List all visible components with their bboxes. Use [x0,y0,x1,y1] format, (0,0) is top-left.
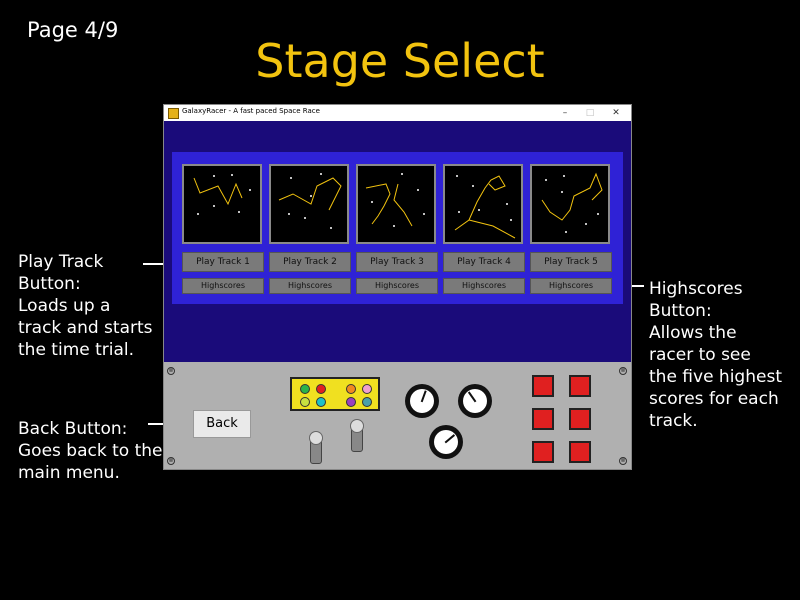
play-track-2-button[interactable]: Play Track 2 [269,252,351,272]
app-icon [168,108,179,119]
app-window: GalaxyRacer - A fast paced Space Race – … [163,104,632,470]
highscores-2-button[interactable]: Highscores [269,278,351,294]
red-console-button [569,441,591,463]
highscores-4-button[interactable]: Highscores [443,278,525,294]
back-annotation: Back Button: Goes back to the main menu. [18,419,163,483]
gauge-dial-2 [458,384,492,418]
lime-light [300,397,310,407]
red-light [316,384,326,394]
play-track-annotation: Play Track Button: Loads up a track and … [18,252,153,360]
play-track-3-button[interactable]: Play Track 3 [356,252,438,272]
red-console-button [569,375,591,397]
track-preview-4 [443,164,523,244]
pink-light [362,384,372,394]
indicator-light-panel [290,377,380,411]
red-console-button [532,375,554,397]
window-title: GalaxyRacer - A fast paced Space Race [182,107,320,115]
red-console-button [532,408,554,430]
purple-light [346,397,356,407]
gauge-dial-1 [405,384,439,418]
track-preview-1 [182,164,262,244]
gauge-dial-3 [429,425,463,459]
highscores-3-button[interactable]: Highscores [356,278,438,294]
maximize-button[interactable]: □ [580,106,600,120]
red-console-button [532,441,554,463]
close-button[interactable]: ✕ [606,106,626,120]
screw-icon: ⊗ [619,367,627,375]
screw-icon: ⊗ [167,457,175,465]
title-bar: GalaxyRacer - A fast paced Space Race – … [164,105,631,121]
screw-icon: ⊗ [167,367,175,375]
teal-light [362,397,372,407]
track-preview-3 [356,164,436,244]
minimize-button[interactable]: – [555,106,575,120]
lever-right [350,419,364,452]
green-light [300,384,310,394]
play-track-4-button[interactable]: Play Track 4 [443,252,525,272]
highscores-1-button[interactable]: Highscores [182,278,264,294]
highscores-5-button[interactable]: Highscores [530,278,612,294]
orange-light [346,384,356,394]
track-preview-5 [530,164,610,244]
slide-title: Stage Select [255,34,545,88]
screw-icon: ⊗ [619,457,627,465]
track-preview-2 [269,164,349,244]
highscores-annotation: Highscores Button: Allows the racer to s… [649,279,782,431]
cyan-light [316,397,326,407]
play-track-1-button[interactable]: Play Track 1 [182,252,264,272]
lever-left [309,431,323,464]
play-track-5-button[interactable]: Play Track 5 [530,252,612,272]
back-button[interactable]: Back [193,410,251,438]
control-console: ⊗ ⊗ ⊗ ⊗ Back [164,362,631,469]
red-console-button [569,408,591,430]
